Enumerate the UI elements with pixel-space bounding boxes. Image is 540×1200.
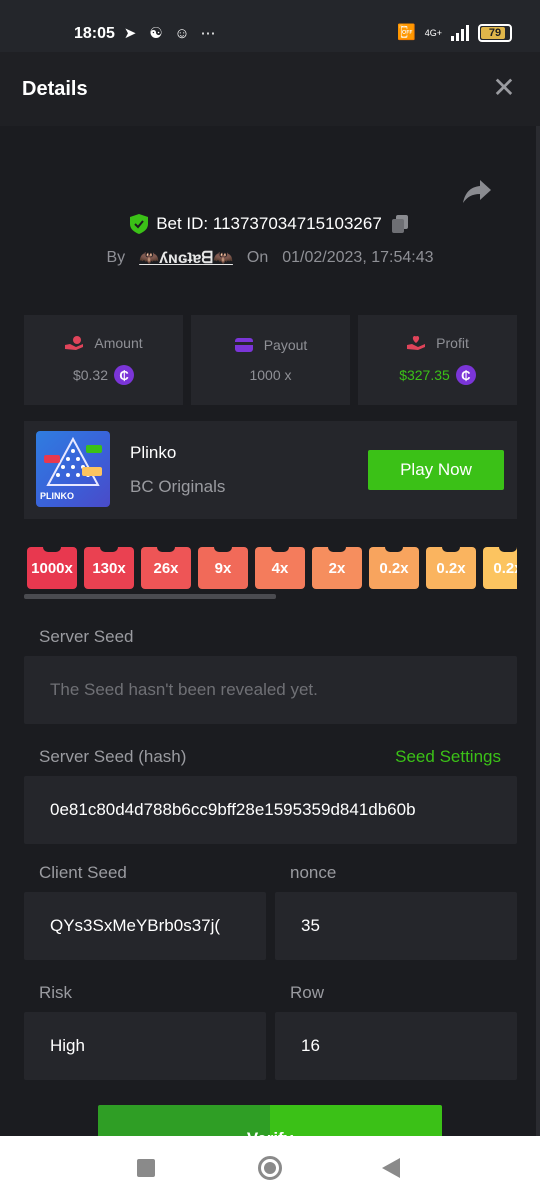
multiplier-scrollbar[interactable] (24, 594, 276, 599)
details-content[interactable]: Bet ID: 113737034715103267 By 🦇ʎɴɢʇɐᗺ🦇 O… (0, 126, 540, 1136)
game-name: Plinko (130, 443, 177, 462)
bet-byline: By 🦇ʎɴɢʇɐᗺ🦇 On 01/02/2023, 17:54:43 (0, 248, 540, 268)
back-icon[interactable] (382, 1158, 400, 1178)
amount-value: $0.32 (72, 367, 109, 383)
username-link[interactable]: 🦇ʎɴɢʇɐᗺ🦇 (139, 248, 233, 268)
plinko-thumbnail[interactable]: PLINKO (36, 431, 110, 507)
multiplier-chip: 0.2x (483, 547, 517, 589)
by-label: By (106, 249, 126, 266)
home-icon[interactable] (258, 1156, 282, 1180)
server-seed-hash-field[interactable]: 0e81c80d4d788b6cc9bff28e1595359d841db60b (24, 776, 517, 844)
stat-amount: Amount $0.32 ₵ (24, 315, 183, 405)
game-provider: BC Originals (130, 477, 226, 496)
row-field[interactable]: 16 (275, 1012, 517, 1080)
hand-coins-icon (65, 336, 84, 350)
system-icons: 📴 4G+ 79 (397, 23, 512, 43)
stat-profit: Profit $327.35 ₵ (358, 315, 517, 405)
page-title: Details (22, 78, 88, 100)
risk-label: Risk (39, 983, 73, 1002)
bet-stats: Amount $0.32 ₵ Payout 1000 x Profit $327… (24, 315, 517, 405)
discord-icon: ☺ (174, 25, 190, 42)
hand-heart-icon (407, 336, 426, 350)
client-seed-field[interactable]: QYs3SxMeYBrb0s37j( (24, 892, 266, 960)
signal-icon (451, 25, 469, 41)
multiplier-chip: 0.2x (369, 547, 419, 589)
telegram-icon: ➤ (123, 25, 137, 42)
client-seed-label: Client Seed (39, 863, 127, 882)
nonce-field[interactable]: 35 (275, 892, 517, 960)
share-icon[interactable] (462, 178, 492, 204)
currency-coin-icon: ₵ (455, 365, 476, 385)
copy-icon[interactable] (390, 214, 410, 234)
server-seed-hash-label: Server Seed (hash) (39, 747, 187, 766)
messenger-icon: ☯ (149, 25, 163, 42)
seed-settings-link[interactable]: Seed Settings (395, 747, 501, 767)
multiplier-strip[interactable]: 1000x130x26x9x4x2x0.2x0.2x0.2x (27, 547, 517, 589)
close-icon[interactable]: ✕ (490, 74, 518, 102)
vibrate-off-icon: 📴 (397, 24, 417, 41)
network-label: 4G+ (424, 27, 442, 38)
payout-label: Payout (263, 337, 308, 353)
thumbnail-label: PLINKO (40, 491, 75, 501)
amount-label: Amount (94, 335, 143, 351)
bet-datetime: 01/02/2023, 17:54:43 (282, 249, 434, 266)
multiplier-chip: 4x (255, 547, 305, 589)
multiplier-chip: 1000x (27, 547, 77, 589)
profit-label: Profit (436, 335, 469, 351)
stat-payout: Payout 1000 x (191, 315, 350, 405)
notification-icons: ➤ ☯ ☺ ⋯ (120, 24, 218, 44)
game-card: PLINKO Plinko BC Originals Play Now (24, 421, 517, 519)
multiplier-chip: 26x (141, 547, 191, 589)
status-time: 18:05 (74, 25, 115, 42)
verify-button[interactable]: Verify (98, 1105, 442, 1136)
currency-coin-icon: ₵ (114, 365, 135, 385)
scrollbar[interactable] (536, 126, 540, 1136)
nonce-label: nonce (290, 863, 337, 882)
battery-icon: 79 (478, 24, 512, 42)
play-now-button[interactable]: Play Now (368, 450, 504, 490)
bet-id: Bet ID: 113737034715103267 (156, 214, 382, 233)
shield-check-icon (130, 214, 149, 234)
payout-value: 1000 x (249, 367, 292, 383)
server-seed-field[interactable]: The Seed hasn't been revealed yet. (24, 656, 517, 724)
details-header: Details ✕ (0, 52, 540, 126)
server-seed-label: Server Seed (39, 627, 134, 646)
on-label: On (246, 249, 269, 266)
risk-field[interactable]: High (24, 1012, 266, 1080)
multiplier-chip: 0.2x (426, 547, 476, 589)
bet-id-row: Bet ID: 113737034715103267 (0, 214, 540, 234)
status-bar: 18:05 ➤ ☯ ☺ ⋯ 📴 4G+ 79 (0, 0, 540, 52)
battery-level: 79 (488, 27, 502, 39)
recent-apps-icon[interactable] (137, 1159, 155, 1177)
wallet-icon (234, 338, 253, 352)
system-nav-bar (0, 1136, 540, 1200)
multiplier-chip: 9x (198, 547, 248, 589)
profit-value: $327.35 (399, 367, 450, 383)
more-icon: ⋯ (200, 25, 216, 42)
row-label: Row (290, 983, 325, 1002)
multiplier-chip: 130x (84, 547, 134, 589)
multiplier-chip: 2x (312, 547, 362, 589)
